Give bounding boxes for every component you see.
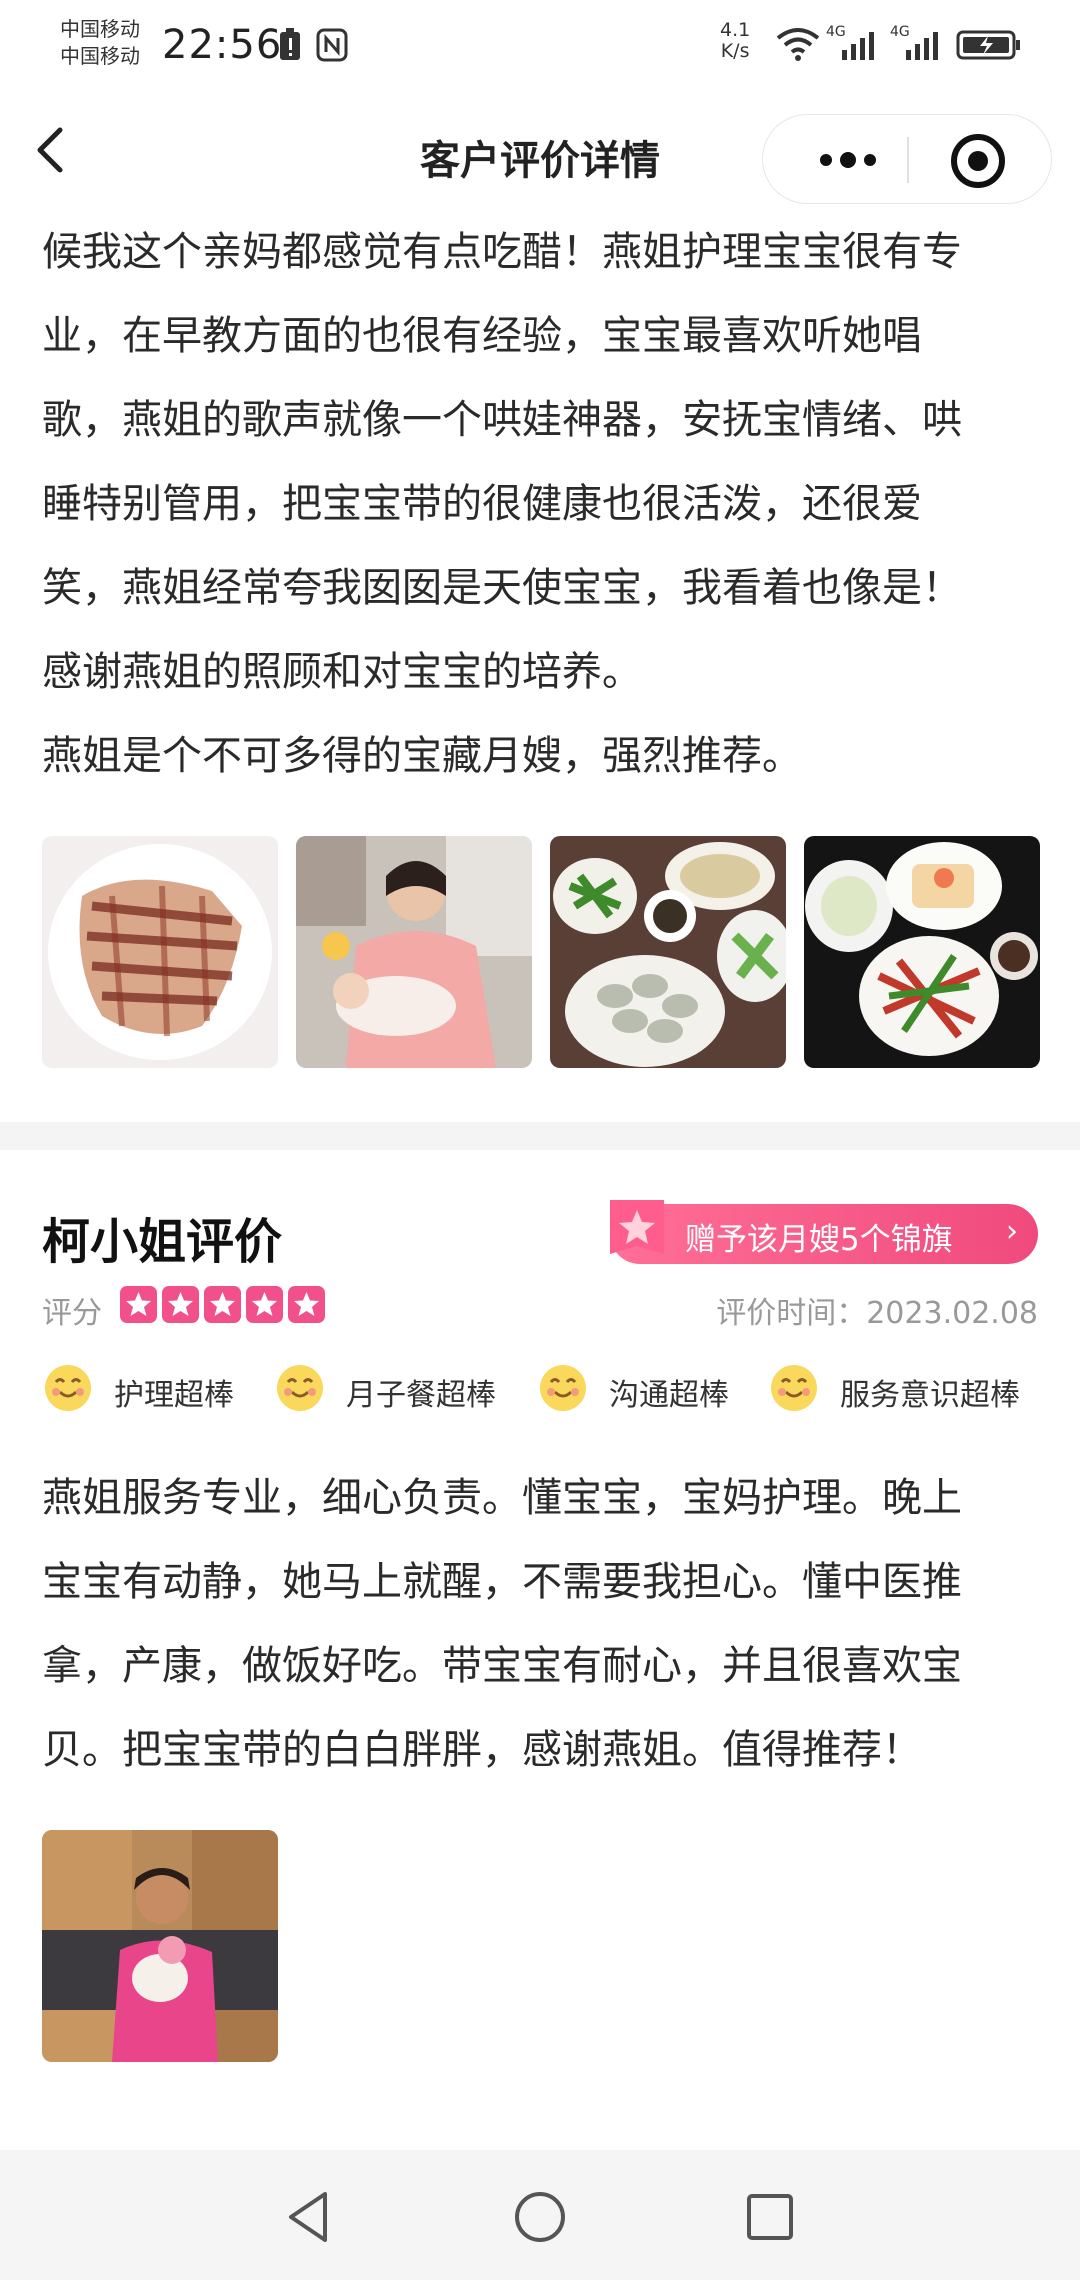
- review-2-line: 拿，产康，做饭好吃。带宝宝有耐心，并且很喜欢宝: [42, 1643, 962, 1689]
- photo-nanny-holding-baby: [42, 1830, 278, 2062]
- photo-mother-baby: [296, 836, 532, 1068]
- star-icon: [246, 1286, 283, 1323]
- review-2-photos: [42, 1830, 282, 2062]
- battery-charging-icon: [956, 30, 1020, 60]
- star-icon: [288, 1286, 325, 1323]
- review-1-line: 睡特别管用，把宝宝带的很健康也很活泼，还很爱: [42, 481, 922, 527]
- star-icon: [204, 1286, 241, 1323]
- review-photo[interactable]: [550, 836, 786, 1068]
- smiley-face-icon: [45, 1365, 91, 1411]
- mini-program-capsule: [762, 114, 1052, 204]
- battery-alert-icon: [280, 28, 300, 60]
- system-nav-bar: [0, 2150, 1080, 2280]
- carrier-info: 中国移动 中国移动: [60, 16, 140, 70]
- review-1-line: 业，在早教方面的也很有经验，宝宝最喜欢听她唱: [42, 313, 922, 359]
- review-time: 评价时间：2023.02.08: [716, 1288, 1038, 1332]
- review-tags: 护理超棒 月子餐超棒 沟通超棒 服务意识超棒: [42, 1360, 1042, 1416]
- star-icon: [162, 1286, 199, 1323]
- net-speed-value: 4.1: [720, 19, 751, 41]
- review-2-line: 宝宝有动静，她马上就醒，不需要我担心。懂中医推: [42, 1559, 962, 1605]
- review-time-value: 2023.02.08: [866, 1296, 1038, 1331]
- carrier-2: 中国移动: [60, 44, 140, 68]
- review-photo[interactable]: [42, 836, 278, 1068]
- nfc-icon: [316, 28, 348, 62]
- circle-home-icon: [515, 2192, 565, 2242]
- score-label: 评分: [42, 1296, 102, 1331]
- status-time: 22:56: [162, 22, 283, 68]
- review-photo[interactable]: [296, 836, 532, 1068]
- smiley-face-icon: [540, 1365, 586, 1411]
- signal-2-icon: [906, 32, 938, 60]
- photo-food-meat: [42, 836, 278, 1068]
- review-time-label: 评价时间：: [716, 1296, 867, 1331]
- chevron-right-icon: ›: [1006, 1214, 1018, 1249]
- gift-pennant-label: 赠予该月嫂5个锦旗: [685, 1222, 953, 1258]
- smiley-face-icon: [771, 1365, 817, 1411]
- star-icon: [120, 1286, 157, 1323]
- net-speed: 4.1 K/s: [720, 20, 750, 62]
- carrier-1: 中国移动: [60, 17, 140, 41]
- net-speed-unit: K/s: [720, 40, 750, 62]
- review-1-line: 候我这个亲妈都感觉有点吃醋！燕姐护理宝宝很有专: [42, 229, 962, 275]
- nav-back-button[interactable]: [275, 2182, 345, 2252]
- review-1-line: 感谢燕姐的照顾和对宝宝的培养。: [42, 649, 642, 695]
- review-1-photos: [42, 836, 1042, 1068]
- review-tag-label: 沟通超棒: [609, 1378, 729, 1413]
- review-photo[interactable]: [804, 836, 1040, 1068]
- reviewer-name: 柯小姐评价: [42, 1214, 283, 1270]
- section-divider: [0, 1122, 1080, 1150]
- signal-1-icon: [842, 32, 874, 60]
- review-1-line: 燕姐是个不可多得的宝藏月嫂，强烈推荐。: [42, 733, 802, 779]
- close-button[interactable]: [938, 133, 1018, 189]
- review-photo[interactable]: [42, 1830, 278, 2062]
- smiley-face-icon: [277, 1365, 323, 1411]
- triangle-back-icon: [289, 2192, 327, 2242]
- photo-meal-dishes: [804, 836, 1040, 1068]
- review-tag-label: 护理超棒: [114, 1378, 234, 1413]
- review-1-line: 歌，燕姐的歌声就像一个哄娃神器，安抚宝情绪、哄: [42, 397, 962, 443]
- review-tag-label: 服务意识超棒: [840, 1378, 1020, 1413]
- square-recents-icon: [747, 2194, 793, 2240]
- pennant-flag-icon: [610, 1200, 664, 1254]
- more-button[interactable]: [793, 135, 903, 185]
- capsule-divider: [907, 137, 909, 183]
- review-2-text: 燕姐服务专业，细心负责。懂宝宝，宝妈护理。晚上 宝宝有动静，她马上就醒，不需要我…: [42, 1456, 1042, 1792]
- review-2-line: 贝。把宝宝带的白白胖胖，感谢燕姐。值得推荐！: [42, 1727, 922, 1773]
- nav-recents-button[interactable]: [735, 2182, 805, 2252]
- photo-meal-dumplings: [550, 836, 786, 1068]
- nav-home-button[interactable]: [505, 2182, 575, 2252]
- review-1-line: 笑，燕姐经常夸我囡囡是天使宝宝，我看着也像是！: [42, 565, 962, 611]
- target-icon: [951, 134, 1005, 188]
- review-1-text: 候我这个亲妈都感觉有点吃醋！燕姐护理宝宝很有专 业，在早教方面的也很有经验，宝宝…: [42, 210, 1042, 798]
- review-tag-label: 月子餐超棒: [346, 1378, 496, 1413]
- wifi-icon: [776, 28, 820, 61]
- review-2-line: 燕姐服务专业，细心负责。懂宝宝，宝妈护理。晚上: [42, 1475, 962, 1521]
- gift-pennant-button[interactable]: 赠予该月嫂5个锦旗 ›: [610, 1200, 1038, 1264]
- more-dots-icon: [820, 152, 876, 168]
- nav-bar: 客户评价详情: [0, 90, 1080, 218]
- status-bar: 中国移动 中国移动 22:56 4.1 K/s 4G 4G: [0, 0, 1080, 90]
